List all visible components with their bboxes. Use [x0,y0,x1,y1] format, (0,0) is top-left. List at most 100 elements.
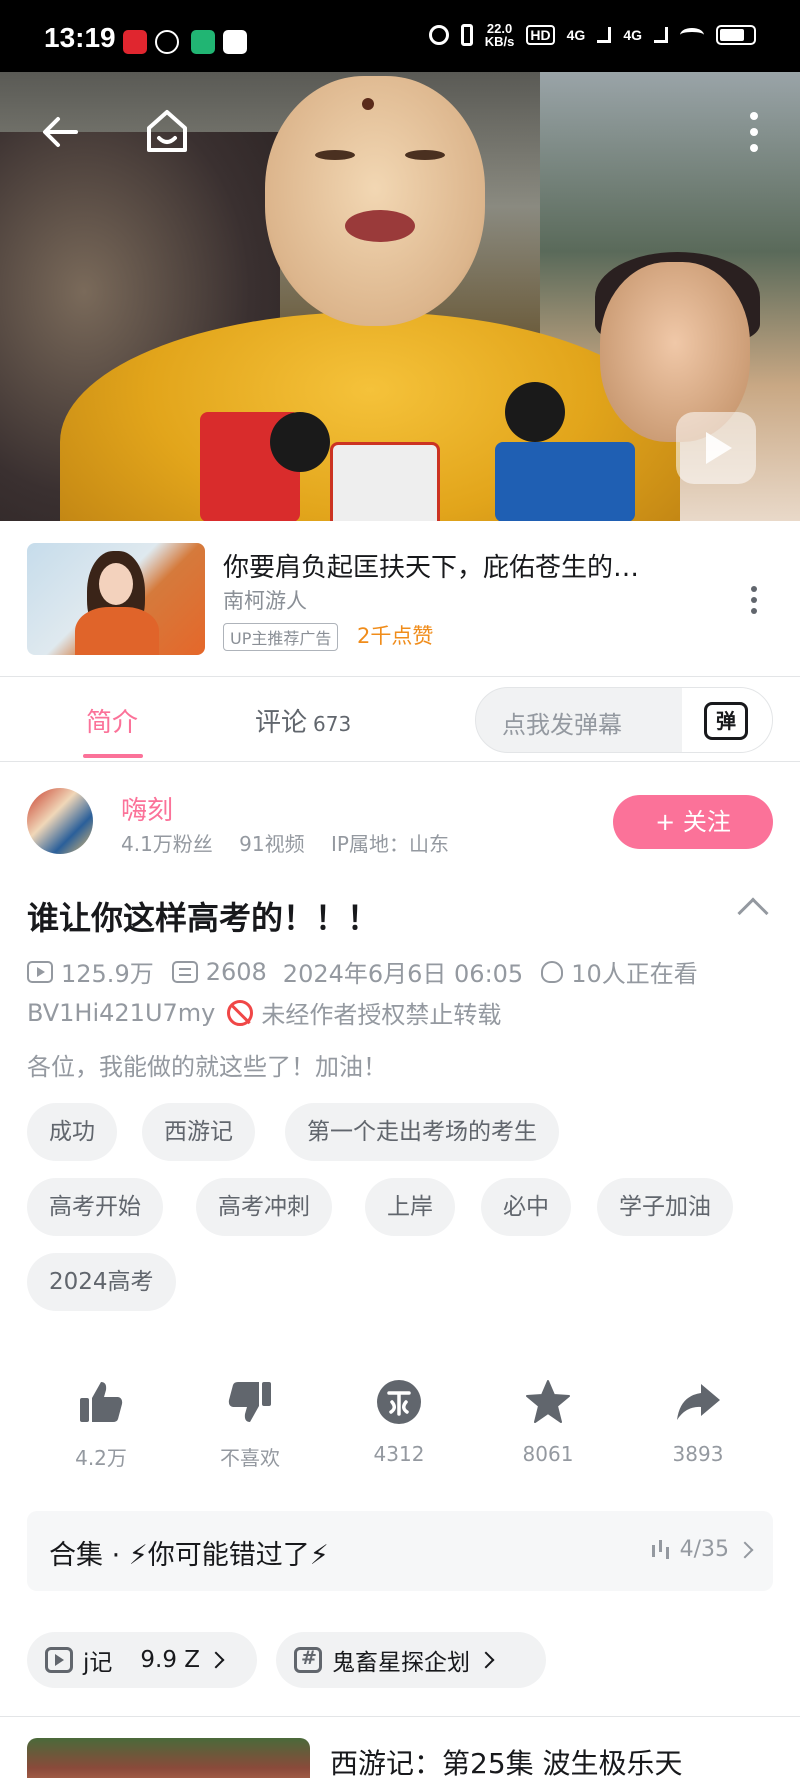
collection-count: 4/35 [679,1537,729,1562]
tag-chip[interactable]: 上岸 [365,1178,455,1236]
watching-count: 10人正在看 [571,960,698,988]
back-arrow-icon[interactable] [40,112,80,152]
follow-button[interactable]: + 关注 [613,795,773,849]
ad-thumbnail[interactable] [27,543,205,655]
video-mouth [345,210,415,242]
series-chip[interactable]: j记 9.9 Z [27,1632,257,1688]
related-video-thumbnail[interactable] [27,1738,310,1778]
ad-title[interactable]: 你要肩负起匡扶天下，庇佑苍生的… [223,547,703,584]
video-mic [270,412,330,472]
topic-chip[interactable]: 鬼畜星探企划 [276,1632,546,1688]
video-player[interactable] [0,72,800,521]
video-title: 谁让你这样高考的！！！ [27,899,380,937]
play-count-icon [27,960,53,983]
topic-chip-label: 鬼畜星探企划 [332,1650,470,1676]
coin-icon [377,1380,421,1424]
ad-more-icon[interactable] [750,585,758,615]
video-face [265,76,485,326]
favorite-count: 8061 [522,1442,574,1466]
avatar[interactable] [27,788,93,854]
watching-icon [541,960,564,983]
thumbs-up-icon [80,1382,123,1422]
danmu-icon: 弹 [704,702,748,740]
tv-play-icon [45,1647,73,1673]
tag-chip[interactable]: 高考开始 [27,1178,163,1236]
divider [0,1716,800,1717]
dislike-button[interactable]: 不喜欢 [200,1378,300,1471]
thumbs-down-icon [228,1382,271,1422]
danmu-placeholder: 点我发弹幕 [502,711,622,739]
tab-comments-count: 673 [313,712,352,736]
tag-chip[interactable]: 成功 [27,1103,117,1161]
share-icon [677,1384,720,1420]
netease-music-icon [123,30,147,54]
uploader-name[interactable]: 嗨刻 [121,790,173,827]
share-count: 3893 [672,1442,724,1466]
coin-count: 4312 [373,1442,425,1466]
uploader-stats: 4.1万粉丝 91视频 IP属地：山东 [121,828,469,857]
tab-comments[interactable]: 评论 673 [255,702,351,739]
ad-thumb-face [99,563,133,605]
tab-intro[interactable]: 简介 [86,702,138,739]
status-time: 13:19 [44,22,116,53]
share-button[interactable]: 3893 [648,1378,748,1466]
video-eye [315,150,355,160]
related-video-title[interactable]: 西游记：第25集 波生极乐天 [330,1742,683,1778]
video-mic [330,442,440,521]
video-description: 各位，我能做的就这些了！加油！ [27,1053,387,1081]
chevron-right-icon [736,1541,754,1558]
repost-notice: 未经作者授权禁止转载 [261,1001,502,1029]
danmu-input[interactable]: 点我发弹幕 弹 [475,687,773,753]
uploader-fans: 4.1万粉丝 [121,832,213,856]
video-forehead-dot [362,98,374,110]
net-speed: 22.0 KB/s [484,21,515,49]
series-chip-value: 9.9 Z [140,1647,201,1673]
signal-bars-icon [597,27,612,43]
tab-bar: 简介 评论 673 点我发弹幕 弹 [0,677,800,762]
ad-likes: 2千点赞 [357,624,434,648]
wechat-icon [155,30,179,54]
video-meta: 125.9万 2608 2024年6月6日 06:05 10人正在看 [27,954,698,989]
ad-thumb-dress [75,607,159,655]
home-icon[interactable] [145,108,189,154]
like-count: 4.2万 [75,1446,127,1470]
no-repost-icon [227,999,254,1026]
hd-icon: HD [526,25,555,45]
ad-card[interactable]: 你要肩负起匡扶天下，庇佑苍生的… 南柯游人 UP主推荐广告 2千点赞 [0,521,800,677]
bvid[interactable]: BV1Hi421U7my [27,999,215,1027]
ad-author: 南柯游人 [223,589,307,613]
status-bar: 13:19 22.0 KB/s HD 4G 4G [0,0,800,72]
series-chip-label: j记 [83,1650,113,1676]
tag-chip[interactable]: 西游记 [142,1103,255,1161]
tag-chip[interactable]: 必中 [481,1178,571,1236]
tab-underline [83,754,143,758]
view-count: 125.9万 [61,960,154,988]
danmaku-count: 2608 [205,957,267,986]
like-button[interactable]: 4.2万 [51,1378,151,1471]
signal-4g-2: 4G [623,27,642,43]
signal-bars-icon [654,27,668,43]
tag-chip[interactable]: 学子加油 [597,1178,733,1236]
coin-button[interactable]: 4312 [349,1378,449,1466]
tab-comments-label: 评论 [255,708,308,738]
playlist-bars-icon [650,1539,670,1561]
favorite-button[interactable]: 8061 [498,1378,598,1466]
tag-chip[interactable]: 2024高考 [27,1253,176,1311]
wifi-icon [680,28,704,42]
play-button[interactable] [676,412,756,484]
hashtag-icon [294,1647,322,1673]
signal-4g-1: 4G [566,27,586,43]
tag-chip[interactable]: 高考冲刺 [196,1178,332,1236]
tag-chip[interactable]: 第一个走出考场的考生 [285,1103,559,1161]
danmu-toggle-button[interactable]: 弹 [682,688,772,752]
alarm-icon [428,25,449,45]
video-eye [405,150,445,160]
collapse-icon[interactable] [737,897,769,929]
collection-bar[interactable]: 合集 · ⚡你可能错过了⚡ 4/35 [27,1511,773,1591]
star-icon [526,1380,570,1423]
vibrate-icon [460,24,473,46]
danmaku-count-icon [171,960,198,983]
more-vertical-icon[interactable] [748,110,760,154]
uploader-ip: IP属地：山东 [330,832,449,856]
battery-icon [716,25,756,45]
